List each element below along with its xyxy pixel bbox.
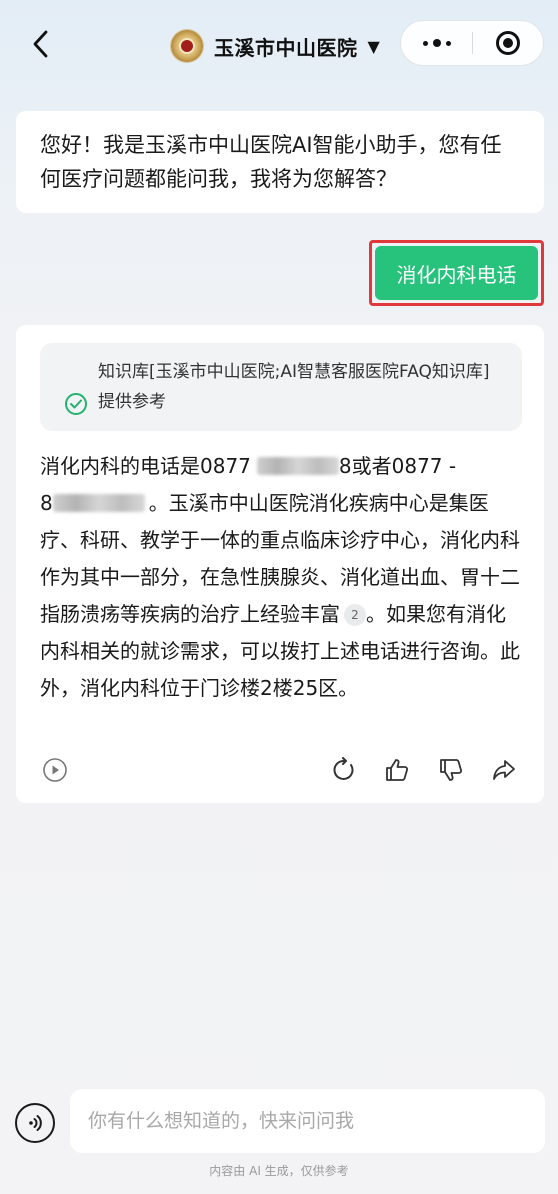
knowledge-source-box[interactable]: 知识库[玉溪市中山医院;AI智慧客服医院FAQ知识库] 提供参考	[40, 343, 522, 431]
hospital-logo	[170, 29, 204, 63]
more-dots-icon	[422, 40, 428, 46]
back-button[interactable]	[24, 26, 56, 62]
share-icon	[493, 760, 515, 780]
voice-wave-icon	[29, 1115, 42, 1131]
answer-segment: 8	[40, 491, 53, 515]
redacted-number	[52, 494, 145, 512]
chevron-left-icon	[33, 30, 48, 58]
reference-badge[interactable]: 2	[344, 604, 366, 626]
greeting-text: 您好！我是玉溪市中山医院AI智能小助手，您有任何医疗问题都能问我，我将为您解答？	[40, 133, 502, 191]
more-button[interactable]	[401, 20, 472, 66]
play-icon	[43, 758, 67, 782]
mini-program-capsule	[400, 20, 544, 66]
greeting-card: 您好！我是玉溪市中山医院AI智能小助手，您有任何医疗问题都能问我，我将为您解答？	[16, 111, 544, 213]
redacted-number	[256, 457, 339, 475]
thumbs-down-icon	[440, 759, 463, 781]
thumbs-up-icon	[386, 759, 409, 781]
share-button[interactable]	[489, 755, 519, 785]
answer-segment: 8或者0877 -	[338, 454, 457, 478]
caret-down-icon: ▼	[367, 36, 380, 56]
play-button[interactable]	[40, 755, 70, 785]
regenerate-button[interactable]	[329, 755, 359, 785]
page-title: 玉溪市中山医院	[214, 35, 358, 60]
user-message-highlight: 消化内科电话	[369, 240, 544, 306]
more-dot-right	[445, 40, 451, 46]
close-button[interactable]	[473, 20, 543, 66]
voice-input-button[interactable]	[15, 1103, 55, 1143]
top-bar: 玉溪市中山医院 ▼	[0, 0, 558, 92]
check-circle-icon	[65, 393, 87, 415]
user-message-bubble: 消化内科电话	[375, 246, 538, 300]
knowledge-source-text: 知识库[玉溪市中山医院;AI智慧客服医院FAQ知识库] 提供参考	[98, 362, 490, 412]
more-dot-center	[432, 39, 441, 47]
message-input[interactable]	[88, 1110, 527, 1132]
message-input-box[interactable]	[70, 1089, 545, 1153]
like-button[interactable]	[382, 755, 412, 785]
answer-segment: 消化内科的电话是0877	[40, 454, 251, 478]
hospital-selector[interactable]: 玉溪市中山医院 ▼	[170, 26, 380, 66]
dislike-button[interactable]	[436, 755, 466, 785]
answer-text: 消化内科的电话是0877 8或者0877 -8 。玉溪市中山医院消化疾病中心是集医疗…	[40, 448, 524, 707]
answer-card: 知识库[玉溪市中山医院;AI智慧客服医院FAQ知识库] 提供参考 消化内科的电话…	[16, 325, 544, 803]
ai-disclaimer: 内容由 AI 生成，仅供参考	[209, 1164, 349, 1178]
target-circle-icon	[495, 31, 520, 55]
regenerate-icon	[333, 757, 354, 780]
